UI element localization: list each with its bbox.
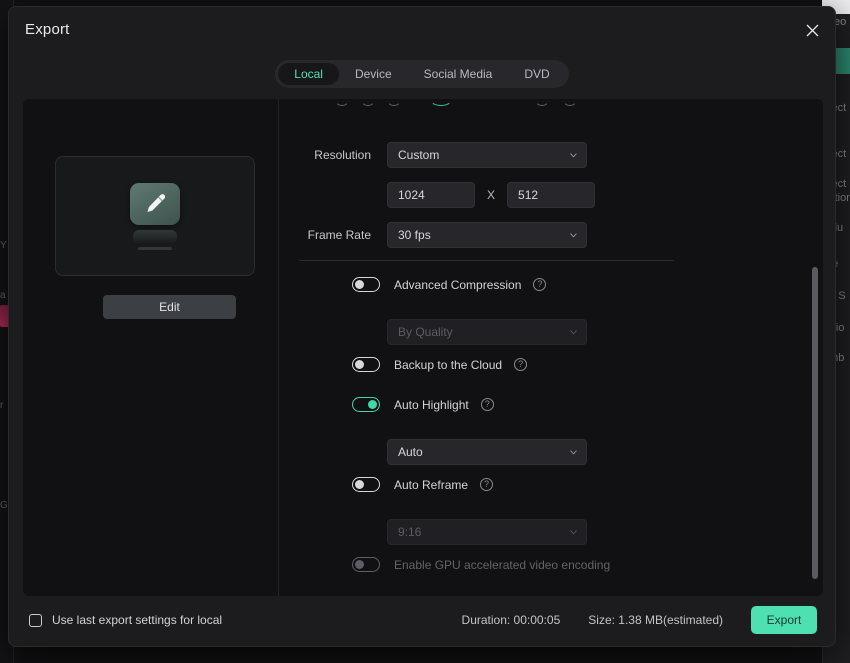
close-icon [806,24,818,36]
tab-device[interactable]: Device [339,63,408,85]
resolution-select[interactable]: Custom [387,142,587,168]
footer-right-group: Duration: 00:00:05 Size: 1.38 MB(estimat… [462,606,817,634]
backup-cloud-row: Backup to the Cloud ? [352,357,528,372]
duration-text: Duration: 00:00:05 [461,613,561,627]
chevron-down-icon [570,530,577,535]
pencil-edit-icon [130,182,180,225]
thumbnail-shadow-line [138,246,172,250]
page-title: Export [25,20,70,38]
frame-rate-label: Frame Rate [307,228,371,242]
settings-panel: Resolution Custom X Frame R [279,99,823,596]
dimensions-row: X [387,182,596,208]
frame-rate-value: 30 fps [398,228,431,242]
dialog-header: Export [9,7,835,51]
size-text: Size: 1.38 MB(estimated) [588,613,723,627]
settings-scrollbar[interactable] [812,259,818,589]
section-divider [299,260,674,261]
dialog-footer: Use last export settings for local Durat… [9,594,835,646]
compression-mode-value: By Quality [398,325,453,339]
auto-reframe-toggle[interactable] [352,477,380,492]
frame-rate-row: Frame Rate 30 fps [279,222,587,248]
compression-mode-row: By Quality [387,319,587,345]
backup-cloud-toggle[interactable] [352,357,380,372]
tab-social-media[interactable]: Social Media [408,63,509,85]
use-last-settings-label: Use last export settings for local [52,613,223,627]
auto-highlight-mode-select[interactable]: Auto [387,439,587,465]
tab-bar-container: Local Device Social Media DVD [9,51,835,97]
resolution-value: Custom [398,148,440,162]
scrollbar-thumb[interactable] [812,267,818,579]
tab-local[interactable]: Local [278,63,339,85]
chevron-down-icon [570,233,577,238]
dimensions-separator: X [487,188,496,202]
auto-reframe-row: Auto Reframe ? [352,477,494,492]
backup-cloud-label: Backup to the Cloud [394,357,503,372]
advanced-compression-row: Advanced Compression ? [352,277,547,292]
gpu-encoding-row: Enable GPU accelerated video encoding [352,557,610,572]
chevron-down-icon [570,330,577,335]
question-mark-icon[interactable]: ? [533,278,547,291]
auto-reframe-ratio-row: 9:16 [387,519,587,545]
preview-thumbnail[interactable] [55,156,255,276]
question-mark-icon[interactable]: ? [480,478,494,491]
advanced-compression-label: Advanced Compression [394,277,522,292]
edit-button[interactable]: Edit [103,295,236,319]
preview-panel: Edit [23,99,279,596]
auto-reframe-label: Auto Reframe [394,477,469,492]
scrolled-partial-row [335,99,735,109]
resolution-row: Resolution Custom [279,142,587,168]
question-mark-icon[interactable]: ? [480,398,494,411]
height-input[interactable] [507,182,596,208]
resolution-label: Resolution [314,148,371,162]
thumbnail-reflection [133,229,177,244]
auto-reframe-ratio-value: 9:16 [398,525,422,539]
checkbox-box [29,613,42,627]
auto-highlight-mode-row: Auto [387,439,587,465]
gpu-encoding-label: Enable GPU accelerated video encoding [394,557,611,572]
advanced-compression-toggle[interactable] [352,277,380,292]
auto-highlight-mode-value: Auto [398,445,423,459]
width-input[interactable] [387,182,475,208]
auto-highlight-toggle[interactable] [352,397,380,412]
export-dialog: Export Local Device Social Media DVD Edi… [8,6,836,647]
frame-rate-select[interactable]: 30 fps [387,222,587,248]
tab-bar: Local Device Social Media DVD [275,60,569,88]
chevron-down-icon [570,153,577,158]
compression-mode-select[interactable]: By Quality [387,319,587,345]
question-mark-icon[interactable]: ? [514,358,528,371]
export-button[interactable]: Export [751,606,817,634]
tab-dvd[interactable]: DVD [508,63,565,85]
auto-highlight-label: Auto Highlight [394,397,469,412]
auto-reframe-ratio-select[interactable]: 9:16 [387,519,587,545]
settings-scroll-area: Resolution Custom X Frame R [279,99,823,596]
close-button[interactable] [799,17,825,43]
dialog-body: Edit Resolution Custom 1024 X 512 Frame … [23,99,823,596]
use-last-settings-checkbox[interactable]: Use last export settings for local [29,613,222,627]
gpu-encoding-toggle[interactable] [352,557,380,572]
auto-highlight-row: Auto Highlight ? [352,397,494,412]
chevron-down-icon [570,450,577,455]
